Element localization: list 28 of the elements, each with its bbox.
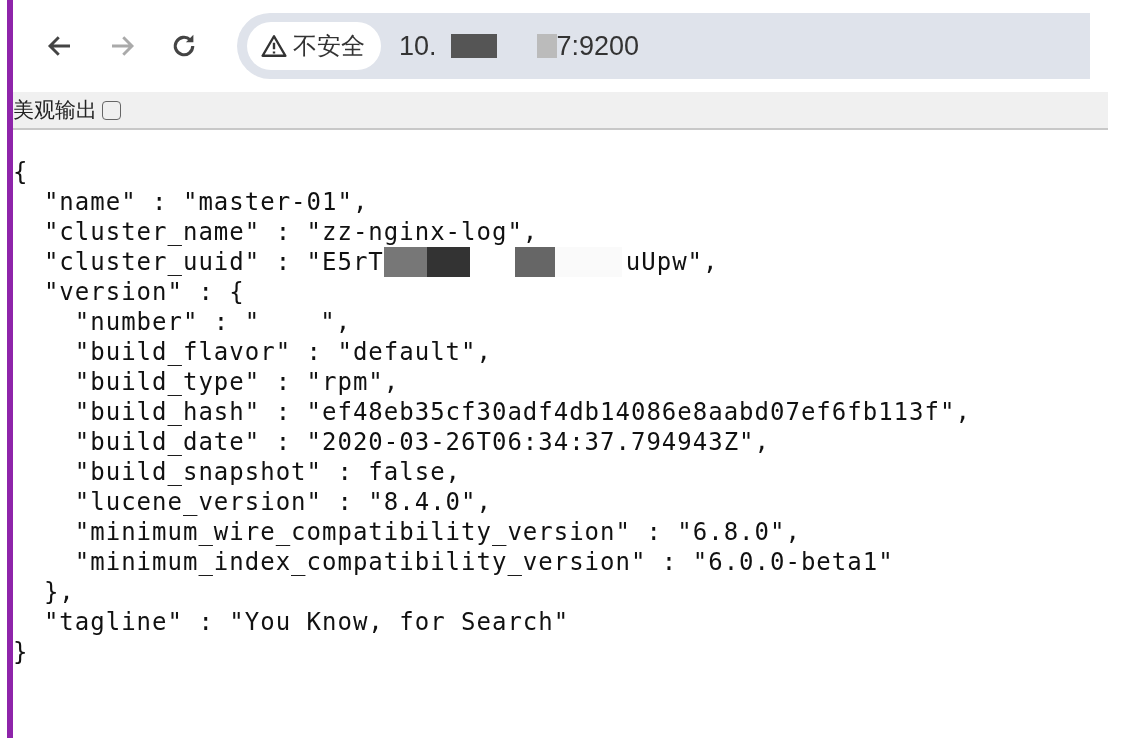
json-text: "build_date" : "2020-03-26T06:34:37.794943Z",	[73, 428, 770, 456]
pretty-print-checkbox[interactable]	[102, 100, 121, 120]
json-text: "build_snapshot" : false,	[73, 458, 462, 486]
address-text: 7:9200	[556, 30, 640, 62]
json-text: "name" : "master-01",	[42, 188, 369, 216]
json-text: {	[13, 158, 29, 186]
warning-icon	[261, 34, 287, 58]
json-text: "lucene_version" : "8.4.0",	[73, 488, 492, 516]
address-bar[interactable]: 不安全 10. 7:9200	[237, 13, 1090, 79]
json-text: "tagline" : "You Know, for Search"	[42, 608, 570, 636]
json-text: "number" : "	[73, 308, 261, 336]
json-text: "cluster_uuid" : "E5rT	[42, 248, 384, 276]
json-text: "minimum_wire_compatibility_version" : "6.8.0",	[73, 518, 801, 546]
redaction-mask	[536, 34, 557, 58]
address-text: 10.	[399, 30, 437, 62]
redaction-mask	[450, 34, 497, 58]
json-text: }	[13, 638, 29, 666]
json-text: "build_type" : "rpm",	[73, 368, 400, 396]
json-text: uUpw",	[625, 248, 719, 276]
json-text: "cluster_name" : "zz-nginx-log",	[42, 218, 539, 246]
pretty-print-label: 美观输出	[13, 97, 97, 124]
security-chip[interactable]: 不安全	[247, 22, 381, 70]
json-text: ",	[320, 308, 352, 336]
json-text: "build_flavor" : "default",	[73, 338, 492, 366]
json-text: "version" : {	[42, 278, 245, 306]
json-text: "minimum_index_compatibility_version" : "6.0.0-beta1"	[73, 548, 894, 576]
json-text: },	[42, 578, 75, 606]
json-text: "build_hash" : "ef48eb35cf30adf4db14086e8aabd07ef6fb113f",	[73, 398, 971, 426]
